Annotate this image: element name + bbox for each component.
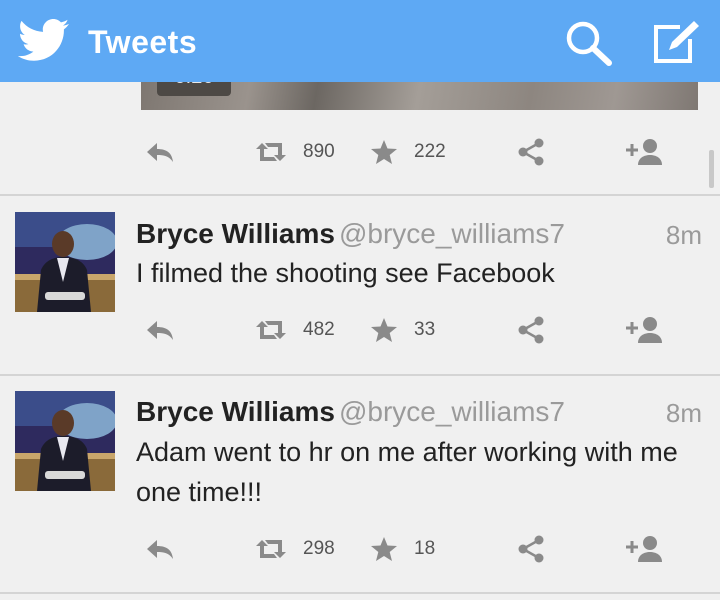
reply-button[interactable] xyxy=(145,310,175,350)
follow-button[interactable] xyxy=(626,132,664,172)
star-icon xyxy=(371,318,397,342)
retweet-button[interactable]: 890 xyxy=(255,132,335,172)
share-icon xyxy=(518,316,544,344)
divider xyxy=(0,374,720,376)
retweet-icon xyxy=(256,143,286,161)
reply-button[interactable] xyxy=(145,132,175,172)
reply-icon xyxy=(147,540,173,559)
add-user-icon xyxy=(626,317,662,343)
app-bar: Tweets xyxy=(0,0,720,82)
retweet-count: 890 xyxy=(303,141,335,162)
share-icon xyxy=(518,535,544,563)
reply-icon xyxy=(147,321,173,340)
retweet-icon xyxy=(256,321,286,339)
favorite-count: 222 xyxy=(414,141,446,162)
divider xyxy=(0,194,720,196)
follow-button[interactable] xyxy=(626,529,664,569)
timestamp: 8m xyxy=(665,398,702,428)
favorite-button[interactable]: 18 xyxy=(370,529,435,569)
twitter-bird-icon[interactable] xyxy=(18,19,70,63)
divider xyxy=(0,592,720,594)
add-user-icon xyxy=(626,139,662,165)
avatar-image xyxy=(15,212,115,312)
favorite-button[interactable]: 222 xyxy=(370,132,446,172)
share-icon xyxy=(518,138,544,166)
reply-button[interactable] xyxy=(145,529,175,569)
timestamp: 8m xyxy=(665,220,702,250)
tweet-actions: 890 222 xyxy=(0,132,720,172)
tweet-text: I filmed the shooting see Facebook xyxy=(136,258,555,288)
tweet-actions: 482 33 xyxy=(0,310,720,350)
author-name[interactable]: Bryce Williams @bryce_williams7 xyxy=(136,218,565,250)
retweet-count: 298 xyxy=(303,538,335,559)
favorite-button[interactable]: 33 xyxy=(370,310,435,350)
favorite-count: 33 xyxy=(414,319,436,340)
add-user-icon xyxy=(626,536,662,562)
compose-icon[interactable] xyxy=(650,17,702,67)
share-button[interactable] xyxy=(516,310,546,350)
tweet-actions: 298 18 xyxy=(0,529,720,569)
retweet-count: 482 xyxy=(303,319,335,340)
star-icon xyxy=(371,140,397,164)
tweet-text: Adam went to hr on me after working with… xyxy=(136,437,678,507)
reply-icon xyxy=(147,143,173,162)
page-title: Tweets xyxy=(88,24,198,60)
avatar-image xyxy=(15,391,115,491)
display-name: Bryce Williams xyxy=(136,218,335,249)
follow-button[interactable] xyxy=(626,310,664,350)
retweet-icon xyxy=(256,540,286,558)
avatar[interactable] xyxy=(15,391,115,491)
retweet-button[interactable]: 298 xyxy=(255,529,335,569)
share-button[interactable] xyxy=(516,529,546,569)
favorite-count: 18 xyxy=(414,538,436,559)
avatar[interactable] xyxy=(15,212,115,312)
username: @bryce_williams7 xyxy=(338,218,565,249)
username: @bryce_williams7 xyxy=(338,396,565,427)
retweet-button[interactable]: 482 xyxy=(255,310,335,350)
author-name[interactable]: Bryce Williams @bryce_williams7 xyxy=(136,396,565,428)
display-name: Bryce Williams xyxy=(136,396,335,427)
star-icon xyxy=(371,537,397,561)
search-icon[interactable] xyxy=(561,17,617,67)
share-button[interactable] xyxy=(516,132,546,172)
